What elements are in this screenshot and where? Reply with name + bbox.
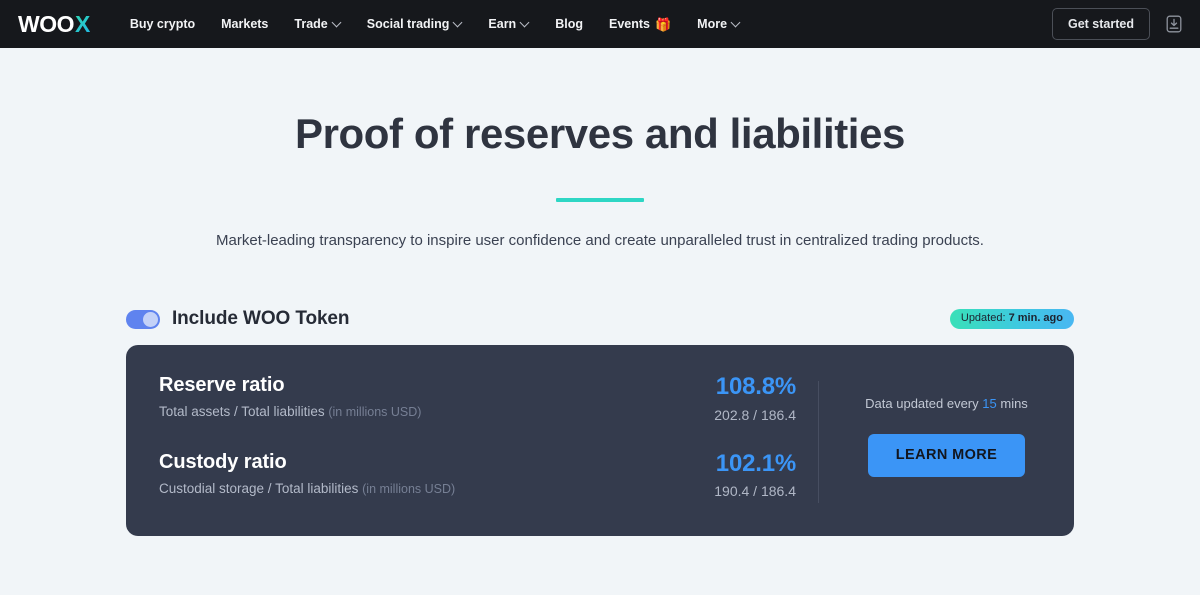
ratio-title: Reserve ratio [159,374,285,397]
include-woo-token-toggle[interactable]: Include WOO Token [126,308,350,330]
logo-x-text: X [75,10,90,37]
ratio-unit: (in millions USD) [328,405,422,420]
nav-item-buy-crypto[interactable]: Buy crypto [130,17,195,31]
controls-row: Include WOO Token Updated: 7 min. ago [126,306,1074,332]
nav-label: Earn [488,17,517,31]
download-app-icon[interactable] [1164,13,1184,35]
reserves-card: Reserve ratio Total assets / Total liabi… [126,345,1074,537]
update-note-interval: 15 [982,396,997,412]
ratio-values: 190.4 / 186.4 [714,483,796,500]
toggle-switch[interactable] [126,309,160,329]
chevron-down-icon [333,19,341,27]
hero-section: Proof of reserves and liabilities Market… [0,48,1200,253]
page-title: Proof of reserves and liabilities [294,110,905,157]
title-accent-bar [556,198,644,203]
toggle-knob [143,311,158,327]
nav-label: Trade [294,17,328,31]
ratio-percent: 108.8% [715,373,796,401]
nav-label: More [697,17,728,31]
page-subtitle: Market-leading transparency to inspire u… [216,232,984,250]
logo-woo-text: WOO [18,10,75,37]
toggle-label: Include WOO Token [172,308,350,330]
status-badge: Updated: 7 min. ago [949,309,1074,330]
nav-item-earn[interactable]: Earn [488,17,529,31]
updated-prefix: Updated: [960,312,1006,325]
ratio-description-text: Total assets / Total liabilities [159,404,325,420]
top-navbar: WOO X Buy crypto Markets Trade Social tra… [0,0,1200,48]
ratio-info: Custody ratio Custodial storage / Total … [159,450,455,496]
nav-item-blog[interactable]: Blog [555,17,583,31]
nav-label: Markets [221,17,269,31]
nav-item-trade[interactable]: Trade [294,17,340,31]
card-actions: Data updated every 15 mins LEARN MORE [819,345,1074,536]
update-note-suffix: mins [1000,396,1028,412]
nav-item-more[interactable]: More [697,17,740,31]
ratio-info: Reserve ratio Total assets / Total liabi… [159,373,421,419]
get-started-button[interactable]: Get started [1052,8,1150,40]
navbar-actions: Get started [1052,8,1184,40]
update-note-prefix: Data updated every [865,396,979,412]
ratio-description: Custodial storage / Total liabilities (i… [159,481,455,496]
nav-label: Blog [555,17,583,31]
chevron-down-icon [521,19,529,27]
learn-more-button[interactable]: LEARN MORE [867,434,1026,477]
ratio-list: Reserve ratio Total assets / Total liabi… [126,345,818,536]
nav-item-social-trading[interactable]: Social trading [367,17,463,31]
nav-item-markets[interactable]: Markets [221,17,268,31]
ratio-description: Total assets / Total liabilities (in mil… [159,404,421,419]
woox-logo[interactable]: WOO X [18,10,90,37]
nav-item-events[interactable]: Events 🎁 [609,17,671,31]
nav-label: Events [608,17,650,31]
gift-icon: 🎁 [654,16,672,32]
ratio-values: 202.8 / 186.4 [714,406,796,423]
chevron-down-icon [454,19,462,27]
update-interval-note: Data updated every 15 mins [865,396,1028,411]
ratio-percent: 102.1% [715,449,796,477]
table-row: Reserve ratio Total assets / Total liabi… [159,373,818,423]
ratio-numbers: 102.1% 190.4 / 186.4 [714,450,796,499]
nav-label: Social trading [366,17,450,31]
ratio-title: Custody ratio [159,450,287,473]
ratio-description-text: Custodial storage / Total liabilities [159,480,359,496]
chevron-down-icon [732,19,740,27]
nav-label: Buy crypto [129,17,196,31]
updated-value: 7 min. ago [1008,312,1063,325]
main-nav: Buy crypto Markets Trade Social trading … [130,17,740,31]
table-row: Custody ratio Custodial storage / Total … [159,450,818,499]
ratio-numbers: 108.8% 202.8 / 186.4 [714,373,796,423]
ratio-unit: (in millions USD) [362,481,456,496]
